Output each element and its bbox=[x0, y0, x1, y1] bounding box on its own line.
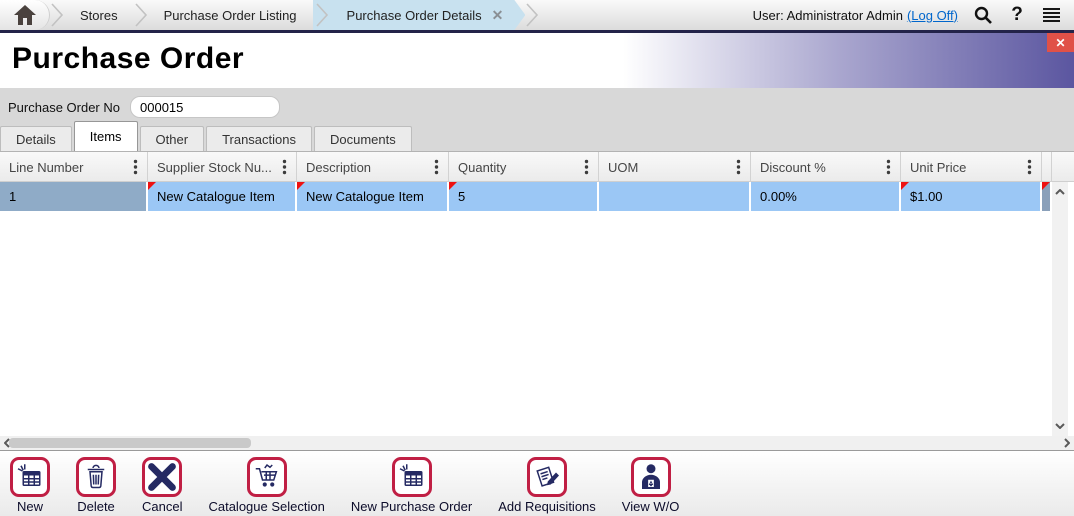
hamburger-menu-icon bbox=[1042, 8, 1060, 22]
help-button[interactable]: ? bbox=[1000, 0, 1034, 30]
breadcrumb-item-purchase-order-details[interactable]: Purchase Order Details ✕ bbox=[313, 0, 526, 30]
toolbar-button-label: Cancel bbox=[142, 499, 183, 514]
user-label: User: Administrator Admin bbox=[752, 7, 903, 23]
search-button[interactable] bbox=[966, 0, 1000, 30]
column-label: Description bbox=[306, 159, 372, 175]
breadcrumb-item-purchase-order-listing[interactable]: Purchase Order Listing bbox=[148, 0, 313, 30]
toolbar-button-label: New bbox=[16, 499, 43, 514]
chevron-up-icon bbox=[1055, 189, 1065, 195]
column-label: Quantity bbox=[458, 159, 507, 175]
column-header-supplier-stock-number[interactable]: Supplier Stock Nu... bbox=[148, 152, 297, 182]
help-icon: ? bbox=[1011, 4, 1023, 25]
new-grid-icon bbox=[17, 464, 41, 486]
scroll-right-button[interactable] bbox=[1061, 436, 1073, 450]
toolbar-button-label: New Purchase Order bbox=[350, 499, 473, 514]
tab-bar: Details Items Other Transactions Documen… bbox=[0, 121, 414, 151]
page-title: Purchase Order bbox=[12, 42, 245, 75]
column-header-quantity[interactable]: Quantity bbox=[449, 152, 599, 182]
cell-quantity[interactable]: 5 bbox=[449, 182, 599, 211]
scroll-up-button[interactable] bbox=[1052, 184, 1068, 200]
chevron-separator-icon bbox=[526, 3, 539, 27]
column-menu-icon[interactable] bbox=[1027, 159, 1032, 175]
column-label: UOM bbox=[608, 159, 639, 175]
chevron-right-icon bbox=[1064, 438, 1070, 448]
column-label: Discount % bbox=[760, 159, 826, 175]
cell-unit-price[interactable]: $1.00 bbox=[901, 182, 1042, 211]
tab-items[interactable]: Items bbox=[73, 121, 138, 151]
breadcrumb: Stores Purchase Order Listing Purchase O… bbox=[0, 0, 1074, 33]
toolbar-button-label: Catalogue Selection bbox=[208, 499, 325, 514]
column-header-uom[interactable]: UOM bbox=[599, 152, 751, 182]
close-tab-icon[interactable]: ✕ bbox=[490, 7, 506, 24]
add-requisitions-button[interactable]: Add Requisitions bbox=[498, 457, 596, 514]
table-header: Line Number Supplier Stock Nu... Descrip… bbox=[0, 152, 1074, 182]
close-icon: ✕ bbox=[1055, 35, 1066, 50]
cell-partial bbox=[1042, 182, 1052, 211]
purchase-order-no-input[interactable] bbox=[130, 96, 280, 118]
cell-description[interactable]: New Catalogue Item bbox=[297, 182, 449, 211]
catalogue-selection-button[interactable]: Catalogue Selection bbox=[208, 457, 325, 514]
tab-details[interactable]: Details bbox=[0, 126, 72, 151]
menu-button[interactable] bbox=[1034, 0, 1068, 30]
column-label: Unit Price bbox=[910, 159, 967, 175]
column-menu-icon[interactable] bbox=[736, 159, 741, 175]
column-menu-icon[interactable] bbox=[434, 159, 439, 175]
toolbar-button-label: Delete bbox=[77, 499, 115, 514]
column-label: Line Number bbox=[9, 159, 84, 175]
column-header-line-number[interactable]: Line Number bbox=[0, 152, 148, 182]
chevron-separator-icon bbox=[134, 3, 147, 27]
form-strip: Purchase Order No Details Items Other Tr… bbox=[0, 88, 1074, 152]
column-label: Supplier Stock Nu... bbox=[157, 159, 272, 175]
cell-uom[interactable] bbox=[599, 182, 751, 211]
cancel-x-icon bbox=[148, 463, 177, 491]
close-page-button[interactable]: ✕ bbox=[1047, 33, 1074, 52]
column-header-description[interactable]: Description bbox=[297, 152, 449, 182]
home-icon bbox=[13, 5, 36, 25]
chevron-down-icon bbox=[1055, 423, 1065, 429]
chevron-separator-icon bbox=[315, 2, 329, 28]
toolbar-button-label: View W/O bbox=[621, 499, 680, 514]
scroll-down-button[interactable] bbox=[1052, 418, 1068, 434]
note-pencil-icon bbox=[536, 466, 559, 487]
new-grid-icon bbox=[399, 464, 423, 486]
horizontal-scrollbar[interactable] bbox=[0, 436, 1074, 450]
chevron-separator-icon bbox=[51, 3, 64, 27]
action-toolbar: New Delete Cancel Catalogue Selection Ne… bbox=[0, 450, 1074, 516]
column-menu-icon[interactable] bbox=[584, 159, 589, 175]
cell-discount[interactable]: 0.00% bbox=[751, 182, 901, 211]
delete-button[interactable]: Delete bbox=[76, 457, 116, 514]
shopping-cart-icon bbox=[255, 463, 278, 487]
horizontal-scroll-thumb[interactable] bbox=[9, 438, 251, 448]
home-button[interactable] bbox=[0, 0, 50, 30]
vertical-scrollbar[interactable] bbox=[1052, 182, 1068, 436]
cell-supplier-stock-number[interactable]: New Catalogue Item bbox=[148, 182, 297, 211]
breadcrumb-item-stores[interactable]: Stores bbox=[64, 0, 134, 30]
cell-line-number[interactable]: 1 bbox=[0, 182, 148, 211]
toolbar-button-label: Add Requisitions bbox=[498, 499, 596, 514]
tab-other[interactable]: Other bbox=[139, 126, 205, 151]
column-header-unit-price[interactable]: Unit Price bbox=[901, 152, 1042, 182]
purchase-order-no-label: Purchase Order No bbox=[8, 99, 120, 115]
breadcrumb-active-label: Purchase Order Details bbox=[346, 7, 482, 23]
tab-transactions[interactable]: Transactions bbox=[206, 126, 312, 151]
purchase-order-window: Stores Purchase Order Listing Purchase O… bbox=[0, 0, 1074, 516]
view-wo-button[interactable]: View W/O bbox=[621, 457, 680, 514]
new-button[interactable]: New bbox=[10, 457, 50, 514]
trash-icon bbox=[87, 464, 105, 489]
title-band: Purchase Order ✕ bbox=[0, 33, 1074, 88]
log-off-link[interactable]: (Log Off) bbox=[907, 8, 958, 23]
tab-documents[interactable]: Documents bbox=[314, 126, 412, 151]
column-header-partial bbox=[1042, 152, 1052, 182]
table-row[interactable]: 1 New Catalogue Item New Catalogue Item … bbox=[0, 182, 1074, 211]
column-menu-icon[interactable] bbox=[886, 159, 891, 175]
column-menu-icon[interactable] bbox=[282, 159, 287, 175]
new-purchase-order-button[interactable]: New Purchase Order bbox=[351, 457, 472, 514]
column-header-discount[interactable]: Discount % bbox=[751, 152, 901, 182]
search-icon bbox=[974, 6, 992, 24]
column-menu-icon[interactable] bbox=[133, 159, 138, 175]
person-document-icon bbox=[641, 464, 660, 489]
cancel-button[interactable]: Cancel bbox=[142, 457, 182, 514]
